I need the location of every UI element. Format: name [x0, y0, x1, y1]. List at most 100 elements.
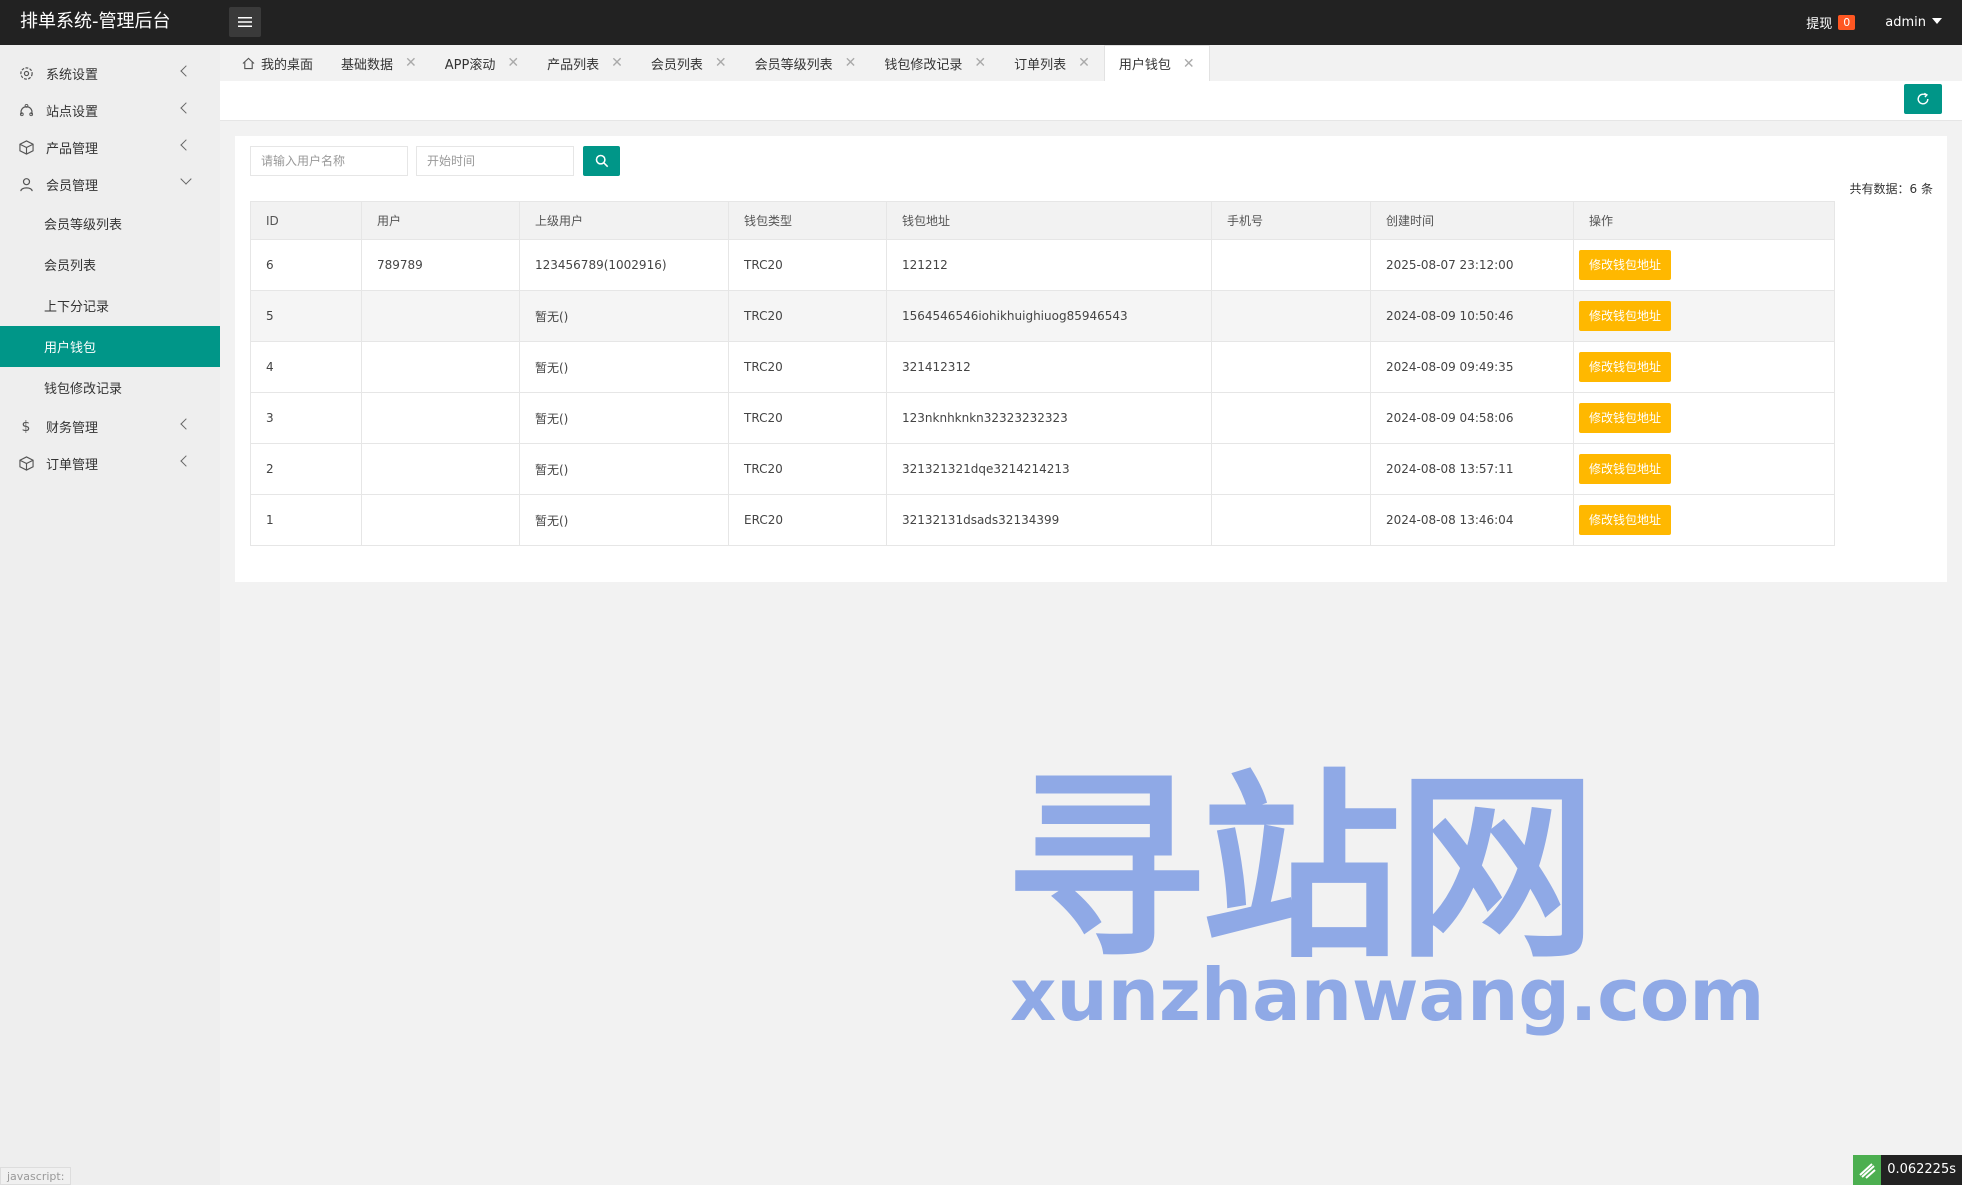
cell-user: [361, 443, 520, 495]
cell-id: 3: [250, 392, 362, 444]
cell-wallet-type: TRC20: [728, 443, 887, 495]
edit-wallet-button[interactable]: 修改钱包地址: [1579, 403, 1672, 433]
sidebar-item-label: 订单管理: [46, 458, 99, 473]
sidebar-item-label: 财务管理: [46, 421, 99, 436]
sidebar-item-label: 系统设置: [46, 68, 99, 83]
cell-wallet-address: 32132131dsads32134399: [886, 494, 1212, 546]
menu-toggle-button[interactable]: [229, 7, 261, 37]
page-timer: 0.062225s: [1853, 1155, 1962, 1185]
sidebar-item-order[interactable]: 订单管理: [0, 445, 220, 482]
close-icon[interactable]: ✕: [715, 55, 727, 71]
cell-phone: [1211, 341, 1371, 393]
cell-id: 5: [250, 290, 362, 342]
chevron-left-icon: [180, 418, 192, 430]
close-icon[interactable]: ✕: [507, 55, 519, 71]
watermark-domain: xunzhanwang.com: [1010, 953, 1765, 1037]
sidebar-item-finance[interactable]: $ 财务管理: [0, 408, 220, 445]
close-icon[interactable]: ✕: [1183, 56, 1195, 72]
total-count: 共有数据：6 条: [1849, 182, 1933, 196]
watermark-chinese: 寻站网: [1005, 753, 1597, 986]
table-row: 5 暂无() TRC20 1564546546iohikhuighiuog859…: [250, 290, 1835, 342]
cell-user: [361, 341, 520, 393]
cell-phone: [1211, 239, 1371, 291]
cell-parent: 暂无(): [519, 290, 729, 342]
tab-wallet-change-log[interactable]: 钱包修改记录 ✕: [870, 45, 1000, 81]
edit-wallet-button[interactable]: 修改钱包地址: [1579, 250, 1672, 280]
close-icon[interactable]: ✕: [845, 55, 857, 71]
sidebar-subitem-wallet-change-log[interactable]: 钱包修改记录: [0, 367, 220, 408]
close-icon[interactable]: ✕: [405, 55, 417, 71]
cell-wallet-type: ERC20: [728, 494, 887, 546]
close-icon[interactable]: ✕: [1078, 55, 1090, 71]
sidebar: 系统设置 站点设置 产品管理 会员管理 会员等级列表 会员列表 上下分记录 用户…: [0, 45, 220, 1185]
edit-wallet-button[interactable]: 修改钱包地址: [1579, 301, 1672, 331]
sidebar-item-product[interactable]: 产品管理: [0, 129, 220, 166]
sidebar-subitem-member-list[interactable]: 会员列表: [0, 244, 220, 285]
col-header-wallet-address: 钱包地址: [886, 201, 1212, 240]
edit-wallet-button[interactable]: 修改钱包地址: [1579, 352, 1672, 382]
cell-action: 修改钱包地址: [1573, 392, 1835, 444]
col-header-wallet-type: 钱包类型: [728, 201, 887, 240]
edit-wallet-button[interactable]: 修改钱包地址: [1579, 505, 1672, 535]
cell-action: 修改钱包地址: [1573, 494, 1835, 546]
sidebar-item-label: 会员管理: [46, 179, 99, 194]
cell-action: 修改钱包地址: [1573, 239, 1835, 291]
cell-wallet-address: 321321321dqe3214214213: [886, 443, 1212, 495]
close-icon[interactable]: ✕: [974, 55, 986, 71]
chevron-left-icon: [180, 102, 192, 114]
box-icon: [18, 140, 34, 156]
col-header-parent: 上级用户: [519, 201, 729, 240]
table-row: 3 暂无() TRC20 123nknhknkn32323232323 2024…: [250, 392, 1835, 444]
tab-dashboard[interactable]: 我的桌面: [228, 45, 327, 81]
cell-wallet-type: TRC20: [728, 392, 887, 444]
cell-action: 修改钱包地址: [1573, 290, 1835, 342]
wallet-table: ID 用户 上级用户 钱包类型 钱包地址 手机号 创建时间 操作 6 78978…: [250, 201, 1835, 546]
cell-wallet-type: TRC20: [728, 341, 887, 393]
sidebar-item-site[interactable]: 站点设置: [0, 92, 220, 129]
search-button[interactable]: [583, 146, 620, 176]
sidebar-subitem-member-level[interactable]: 会员等级列表: [0, 203, 220, 244]
site-icon: [18, 103, 34, 119]
tab-order-list[interactable]: 订单列表 ✕: [1000, 45, 1104, 81]
cell-user: [361, 290, 520, 342]
cell-parent: 暂无(): [519, 341, 729, 393]
hamburger-icon: [238, 17, 252, 27]
tab-product-list[interactable]: 产品列表 ✕: [533, 45, 637, 81]
tab-basic-data[interactable]: 基础数据 ✕: [327, 45, 431, 81]
col-header-created: 创建时间: [1370, 201, 1574, 240]
cell-created: 2024-08-09 04:58:06: [1370, 392, 1574, 444]
tab-label: 会员列表: [650, 57, 703, 73]
chevron-left-icon: [180, 65, 192, 77]
withdraw-count-badge: 0: [1838, 15, 1856, 30]
close-icon[interactable]: ✕: [611, 55, 623, 71]
table-row: 6 789789 123456789(1002916) TRC20 121212…: [250, 239, 1835, 291]
tab-member-list[interactable]: 会员列表 ✕: [637, 45, 741, 81]
tab-label: 钱包修改记录: [884, 57, 963, 73]
sidebar-item-system[interactable]: 系统设置: [0, 55, 220, 92]
refresh-button[interactable]: [1904, 84, 1942, 114]
table-row: 4 暂无() TRC20 321412312 2024-08-09 09:49:…: [250, 341, 1835, 393]
user-menu[interactable]: admin: [1885, 15, 1942, 30]
sidebar-subitem-score-record[interactable]: 上下分记录: [0, 285, 220, 326]
sidebar-item-label: 站点设置: [46, 105, 99, 120]
edit-wallet-button[interactable]: 修改钱包地址: [1579, 454, 1672, 484]
tab-app-scroll[interactable]: APP滚动 ✕: [431, 45, 533, 81]
sidebar-item-member[interactable]: 会员管理: [0, 166, 220, 203]
tab-user-wallet[interactable]: 用户钱包 ✕: [1103, 45, 1210, 81]
cell-created: 2025-08-07 23:12:00: [1370, 239, 1574, 291]
col-header-user: 用户: [361, 201, 520, 240]
table-row: 2 暂无() TRC20 321321321dqe3214214213 2024…: [250, 443, 1835, 495]
sidebar-subitem-user-wallet[interactable]: 用户钱包: [0, 326, 220, 367]
cell-phone: [1211, 443, 1371, 495]
cell-user: [361, 392, 520, 444]
username-search-input[interactable]: [250, 146, 408, 176]
cell-parent: 暂无(): [519, 392, 729, 444]
withdraw-link[interactable]: 提现 0: [1806, 13, 1856, 32]
cell-created: 2024-08-08 13:57:11: [1370, 443, 1574, 495]
status-hint: javascript:: [0, 1167, 72, 1185]
tab-member-level-list[interactable]: 会员等级列表 ✕: [741, 45, 871, 81]
col-header-id: ID: [250, 201, 362, 240]
start-time-input[interactable]: [416, 146, 574, 176]
table-row: 1 暂无() ERC20 32132131dsads32134399 2024-…: [250, 494, 1835, 546]
cell-wallet-address: 123nknhknkn32323232323: [886, 392, 1212, 444]
